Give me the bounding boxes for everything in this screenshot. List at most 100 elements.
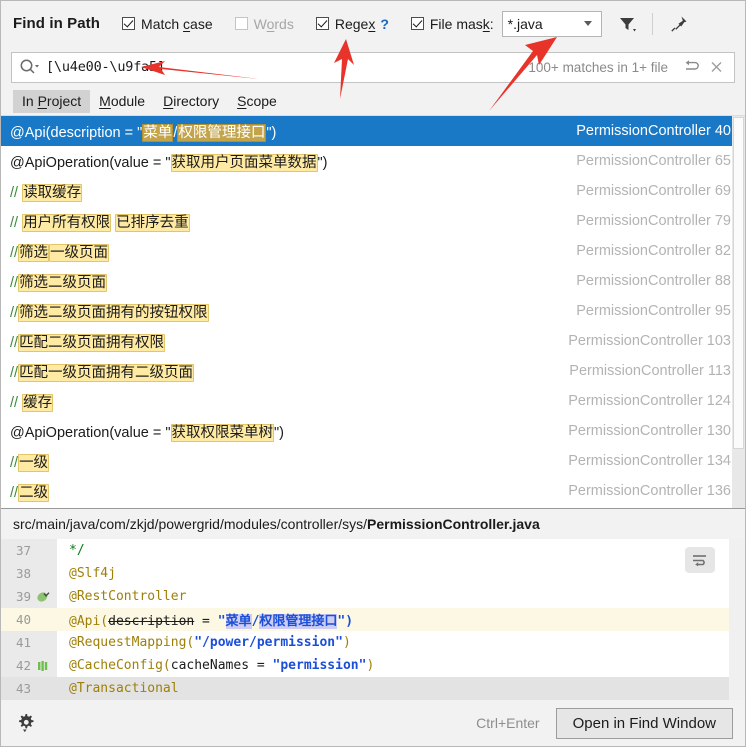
- file-mask-checkbox[interactable]: [410, 17, 424, 30]
- result-row[interactable]: //二级 PermissionController 136: [1, 476, 745, 506]
- match-case-checkbox[interactable]: [122, 17, 136, 30]
- result-text: //筛选二级页面拥有的按钮权限: [10, 301, 576, 322]
- code-token: =: [249, 658, 273, 673]
- code-gutter[interactable]: 39: [1, 585, 57, 608]
- code-token: description: [108, 614, 195, 629]
- result-row[interactable]: @Api(description = "菜单/权限管理接口") Permissio…: [1, 116, 745, 146]
- code-gutter[interactable]: 37: [1, 539, 57, 562]
- soft-wrap-icon[interactable]: [685, 547, 715, 573]
- match-highlight: 权限管理接口: [177, 123, 267, 142]
- code-token: "/power/permission": [194, 635, 343, 650]
- result-row[interactable]: //筛选二级页面拥有的按钮权限 PermissionController 95: [1, 296, 745, 326]
- result-suffix: "): [317, 154, 328, 171]
- match-count-label: 100+ matches in 1+ file: [528, 59, 668, 75]
- result-text: //筛选二级页面: [10, 271, 576, 292]
- result-suffix: "): [266, 124, 277, 141]
- match-highlight: 获取用户页面菜单数据: [170, 153, 318, 172]
- comment-prefix: //: [10, 484, 19, 501]
- match-highlight: 匹配二级页面拥有权限: [18, 333, 166, 352]
- rerun-icon[interactable]: [682, 58, 702, 76]
- tab-in-project[interactable]: In Project: [13, 90, 91, 113]
- options-toolbar: Find in Path Match case Words Regex ? Fi…: [1, 1, 745, 46]
- match-highlight: 用户所有权限: [22, 213, 112, 232]
- code-gutter[interactable]: 40: [1, 608, 57, 631]
- code-text: @Slf4j: [57, 566, 116, 581]
- result-row[interactable]: // 读取缓存 PermissionController 69: [1, 176, 745, 206]
- code-line: 38 @Slf4j: [1, 562, 745, 585]
- shortcut-hint: Ctrl+Enter: [476, 715, 540, 731]
- code-token: ): [342, 635, 351, 650]
- search-results-list[interactable]: @Api(description = "菜单/权限管理接口") Permissio…: [1, 115, 745, 508]
- result-location: PermissionController 95: [576, 303, 731, 319]
- file-mask-dropdown[interactable]: *.java: [501, 10, 602, 37]
- line-number: 40: [15, 612, 31, 627]
- result-row[interactable]: @ApiOperation(value = "获取权限菜单树") Permissi…: [1, 416, 745, 446]
- spring-bean-icon[interactable]: [35, 590, 51, 604]
- code-minimap[interactable]: [729, 539, 745, 700]
- file-mask-value: *.java: [507, 15, 543, 32]
- tab-module[interactable]: Module: [90, 90, 154, 113]
- result-row[interactable]: // 缓存 PermissionController 124: [1, 386, 745, 416]
- result-location: PermissionController 65: [576, 153, 731, 169]
- regex-help-icon[interactable]: ?: [380, 16, 389, 32]
- code-text: @Api(description = "菜单/权限管理接口"): [57, 610, 353, 629]
- preview-panel: src/main/java/com/zkjd/powergrid/modules…: [1, 508, 745, 700]
- search-icon[interactable]: [19, 58, 39, 76]
- result-location: PermissionController 69: [576, 183, 731, 199]
- match-highlight: 筛选二级页面: [18, 273, 108, 292]
- code-token: ": [217, 614, 226, 629]
- regex-checkbox[interactable]: [315, 17, 329, 30]
- tab-directory[interactable]: Directory: [154, 90, 228, 113]
- code-gutter[interactable]: 38: [1, 562, 57, 585]
- comment-prefix: //: [10, 364, 19, 381]
- code-token: @Transactional: [69, 681, 179, 696]
- words-label: Words: [253, 15, 294, 32]
- result-row[interactable]: //一级 PermissionController 134: [1, 446, 745, 476]
- search-query-value: [\u4e00-\u9fa5]: [46, 59, 165, 75]
- result-row[interactable]: // 用户所有权限 已排序去重 PermissionController 79: [1, 206, 745, 236]
- result-text: //筛选 一级页面: [10, 241, 576, 262]
- result-row[interactable]: //筛选二级页面 PermissionController 88: [1, 266, 745, 296]
- filter-icon[interactable]: [618, 15, 638, 33]
- code-gutter[interactable]: 41: [1, 631, 57, 654]
- result-row[interactable]: //筛选 一级页面 PermissionController 82: [1, 236, 745, 266]
- cache-icon[interactable]: [35, 659, 51, 673]
- result-row[interactable]: @ApiOperation(value = "获取用户页面菜单数据") Permi…: [1, 146, 745, 176]
- match-case-option[interactable]: Match case: [122, 16, 213, 32]
- code-preview[interactable]: 37 */ 38 @Slf4j 39 @RestController 40 @Api(des…: [1, 539, 745, 700]
- toolbar-divider: [651, 12, 653, 35]
- result-location: PermissionController 82: [576, 243, 731, 259]
- words-checkbox[interactable]: [234, 17, 248, 30]
- match-highlight: 一级: [18, 453, 50, 472]
- words-option[interactable]: Words: [234, 15, 294, 32]
- code-gutter[interactable]: 42: [1, 654, 57, 677]
- search-input[interactable]: [\u4e00-\u9fa5] 100+ matches in 1+ file: [11, 51, 735, 83]
- result-text: //匹配二级页面拥有权限: [10, 331, 568, 352]
- code-token: @Slf4j: [69, 566, 116, 581]
- result-text: // 用户所有权限 已排序去重: [10, 211, 576, 232]
- tab-scope[interactable]: Scope: [228, 90, 286, 113]
- code-gutter[interactable]: 43: [1, 677, 57, 700]
- results-scrollbar-thumb[interactable]: [733, 117, 744, 449]
- code-token: */: [69, 543, 85, 558]
- pin-icon[interactable]: [669, 14, 689, 34]
- code-token: cacheNames: [170, 658, 250, 673]
- code-text: */: [57, 543, 85, 558]
- result-text: @Api(description = "菜单/权限管理接口"): [10, 121, 576, 142]
- result-location: PermissionController 103: [568, 333, 731, 349]
- result-row[interactable]: //匹配二级页面拥有权限 PermissionController 103: [1, 326, 745, 356]
- match-highlight: 已排序去重: [115, 213, 190, 232]
- open-in-find-window-button[interactable]: Open in Find Window: [555, 707, 733, 739]
- line-number: 38: [15, 566, 31, 581]
- gear-icon[interactable]: [15, 712, 37, 734]
- regex-option[interactable]: Regex ?: [315, 16, 389, 32]
- result-prefix: @ApiOperation(value = ": [10, 424, 171, 441]
- close-icon[interactable]: [706, 58, 728, 76]
- code-text: @Transactional: [57, 681, 179, 696]
- results-scrollbar[interactable]: [732, 116, 745, 508]
- code-token: "): [337, 614, 354, 629]
- match-highlight: 筛选: [18, 243, 50, 262]
- result-row[interactable]: //匹配一级页面拥有二级页面 PermissionController 113: [1, 356, 745, 386]
- search-row: [\u4e00-\u9fa5] 100+ matches in 1+ file: [1, 46, 745, 88]
- file-mask-option[interactable]: File mask:: [410, 16, 494, 32]
